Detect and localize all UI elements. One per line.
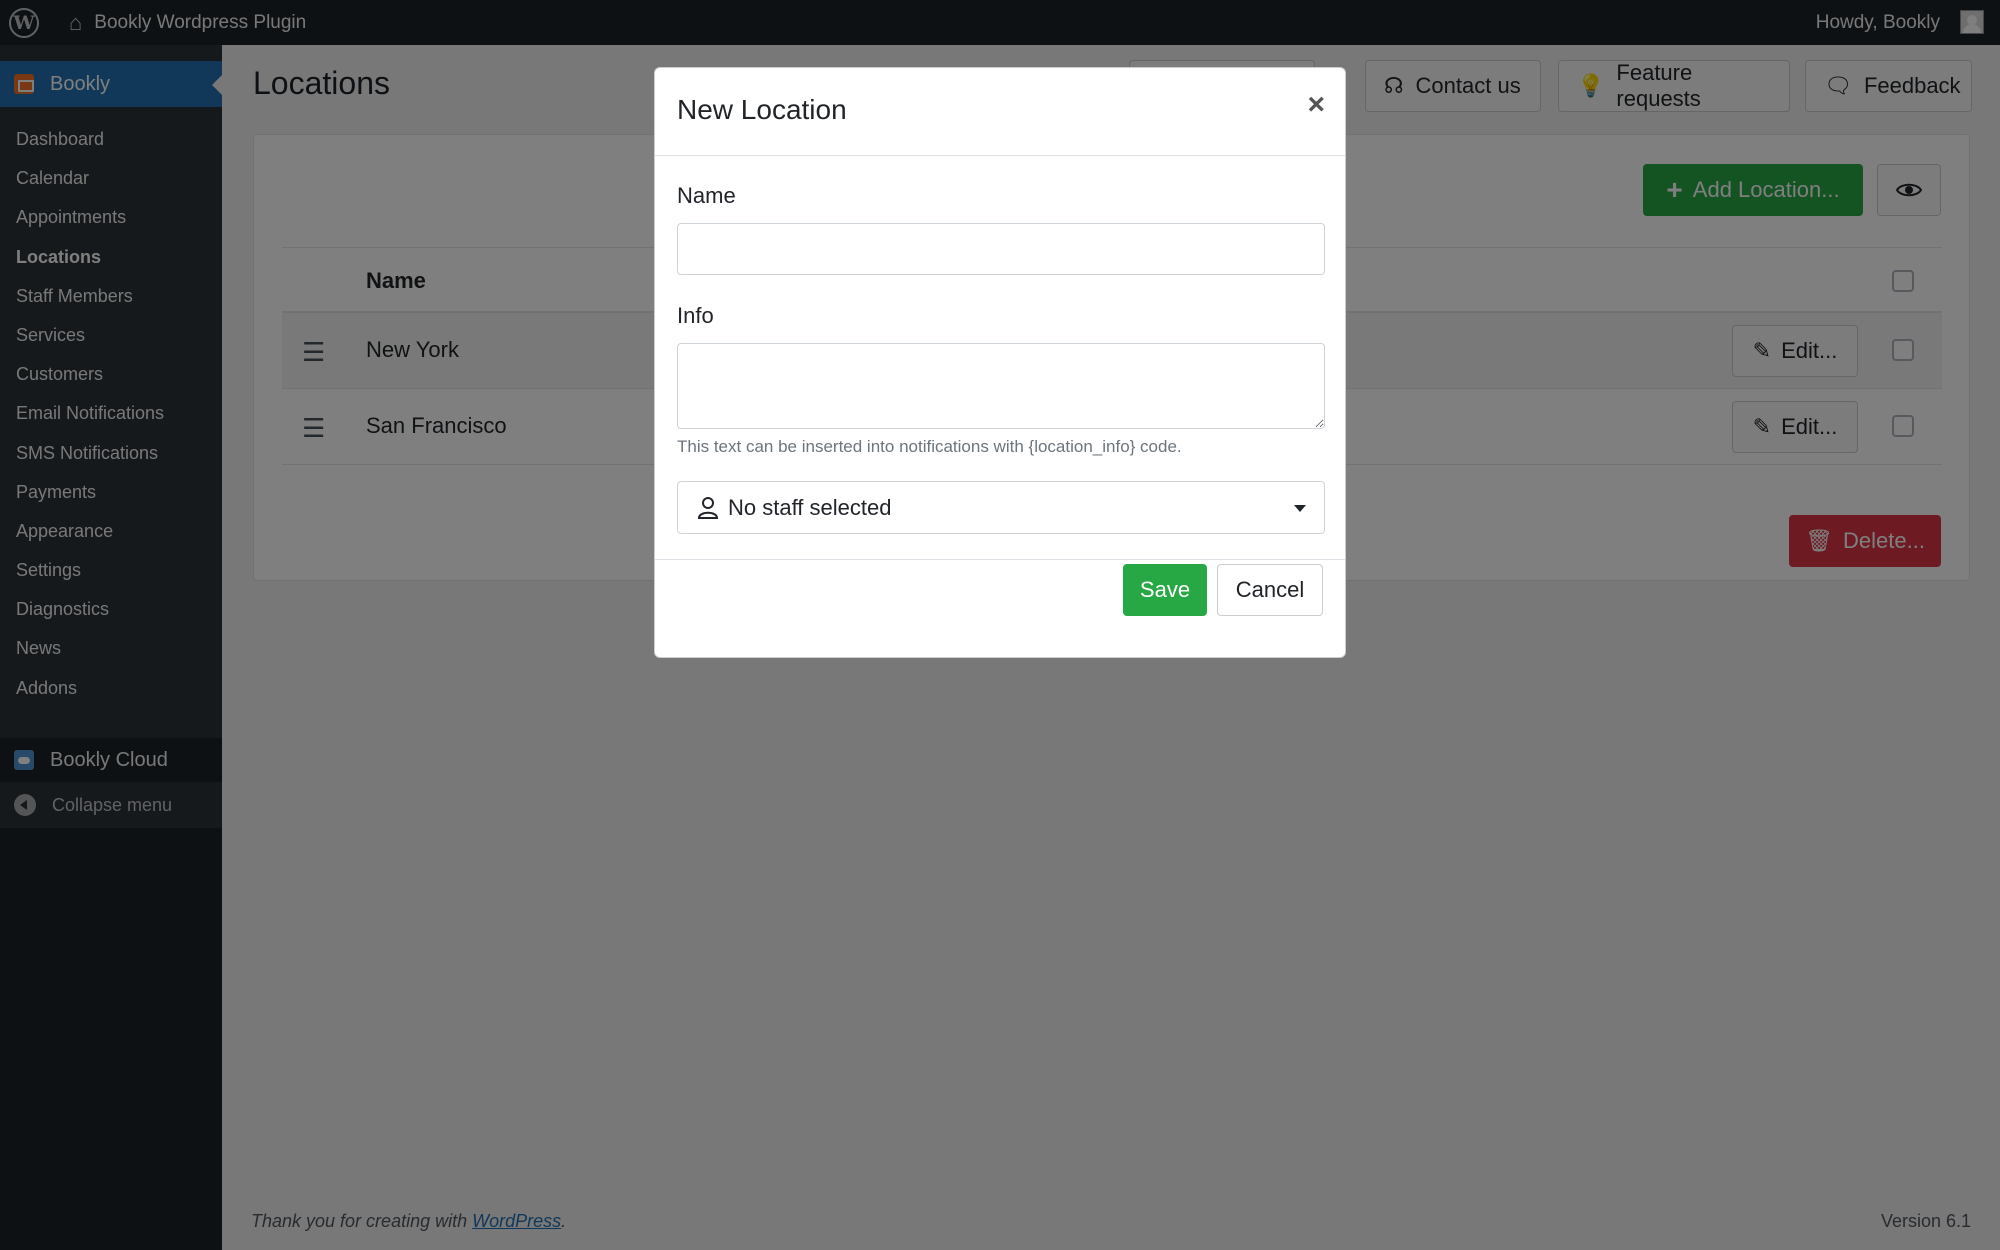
modal-body: Name Info This text can be inserted into… xyxy=(655,156,1345,560)
name-input[interactable] xyxy=(677,223,1325,275)
staff-select[interactable]: No staff selected xyxy=(677,481,1325,534)
close-icon[interactable]: × xyxy=(1307,90,1325,120)
save-button[interactable]: Save xyxy=(1123,564,1207,616)
user-icon xyxy=(698,496,718,519)
modal-header: New Location × xyxy=(655,68,1345,156)
info-textarea[interactable] xyxy=(677,343,1325,429)
modal-title: New Location xyxy=(677,94,847,125)
staff-select-value: No staff selected xyxy=(728,494,892,520)
info-label: Info xyxy=(677,303,714,328)
modal-footer: Save Cancel xyxy=(655,542,1345,640)
cancel-button[interactable]: Cancel xyxy=(1217,564,1323,616)
new-location-modal: New Location × Name Info This text can b… xyxy=(654,67,1346,658)
name-label: Name xyxy=(677,183,736,208)
chevron-down-icon xyxy=(1294,505,1306,512)
info-help-text: This text can be inserted into notificat… xyxy=(677,437,1182,456)
